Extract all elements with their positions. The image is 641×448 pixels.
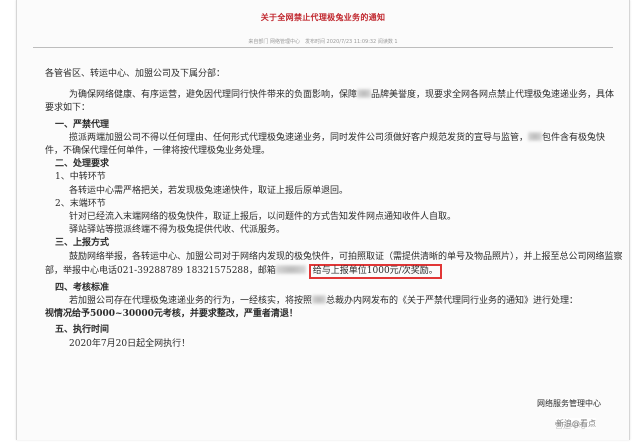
redacted-blur [312,295,327,305]
section-text: 针对已经流入末端网络的极兔快件，取证上报后，以问题件的方式告知发件网点通知收件人… [69,212,457,223]
document-title: 关于全网禁止代理极兔业务的通知 [260,12,386,22]
section-heading: 二、处理要求 [55,159,110,170]
section-text: 件，不确保代理任何单件，一律将按代理极兔业务处理。 [45,146,271,157]
title-divider [33,47,613,48]
document-body: 各管省区、转运中心、加盟公司及下属分部： 为确保网络健康、有序运营，避免因代理同… [45,68,623,351]
section-text: 揽派两端加盟公司不得以任何理由、任何形式代理极兔速递业务，同时发件公司须做好客户… [69,131,606,143]
section-text: 若加盟公司存在代理极兔速递业务的行为，一经核实，将按照 总裁办内网发布的《关于严禁… [69,295,579,307]
intro-line: 要求如下： [45,103,91,114]
signature-department: 网络服务管理中心 [537,399,601,408]
salutation: 各管省区、转运中心、加盟公司及下属分部： [45,69,226,79]
section-heading: 三、上报方式 [55,238,110,249]
document-page: 关于全网禁止代理极兔业务的通知 来自部门 网络管理中心 发布时间 2020/7/… [16,0,630,440]
section-text: 鼓励网络举报，各转运中心、加盟公司对于网络内发现的极兔快件，可拍照取证（需提供清… [69,251,623,262]
reward-highlight-box: 给与上报单位1000元/次奖励。 [308,263,442,279]
section-text: 2020年7月20日起全网执行！ [69,338,191,349]
redacted-blur [357,89,372,99]
section-heading: 一、严禁代理 [55,119,110,130]
section-text: 驿站驿站等揽派终端不得为极兔提供代收、代派服务。 [69,225,286,236]
document-meta: 来自部门 网络管理中心 发布时间 2020/7/23 11:09:32 阅读数 … [248,39,398,45]
sub-heading: 2、末端环节 [55,198,106,209]
section-text: 各转运中心需严格把关，若发现极兔速递快件，取证上报后原单退回。 [69,185,349,196]
watermark: 新浪@看点 [556,418,596,429]
section-text: 视情况给予5000~30000元考核，并要求整改，严重者清退！ [45,309,298,320]
section-heading: 五、执行时间 [55,325,110,336]
intro-line: 为确保网络健康、有序运营，避免因代理同行快件带来的负面影响，保障 品牌美誉度，现要… [69,89,615,101]
section-text: 部，举报中心电话021-39288789 18321575288，邮箱 给与上报… [45,263,611,279]
sub-heading: 1、中转环节 [55,172,106,183]
redacted-blur [528,131,543,141]
section-heading: 四、考核标准 [55,282,110,293]
redacted-blur [275,264,306,274]
